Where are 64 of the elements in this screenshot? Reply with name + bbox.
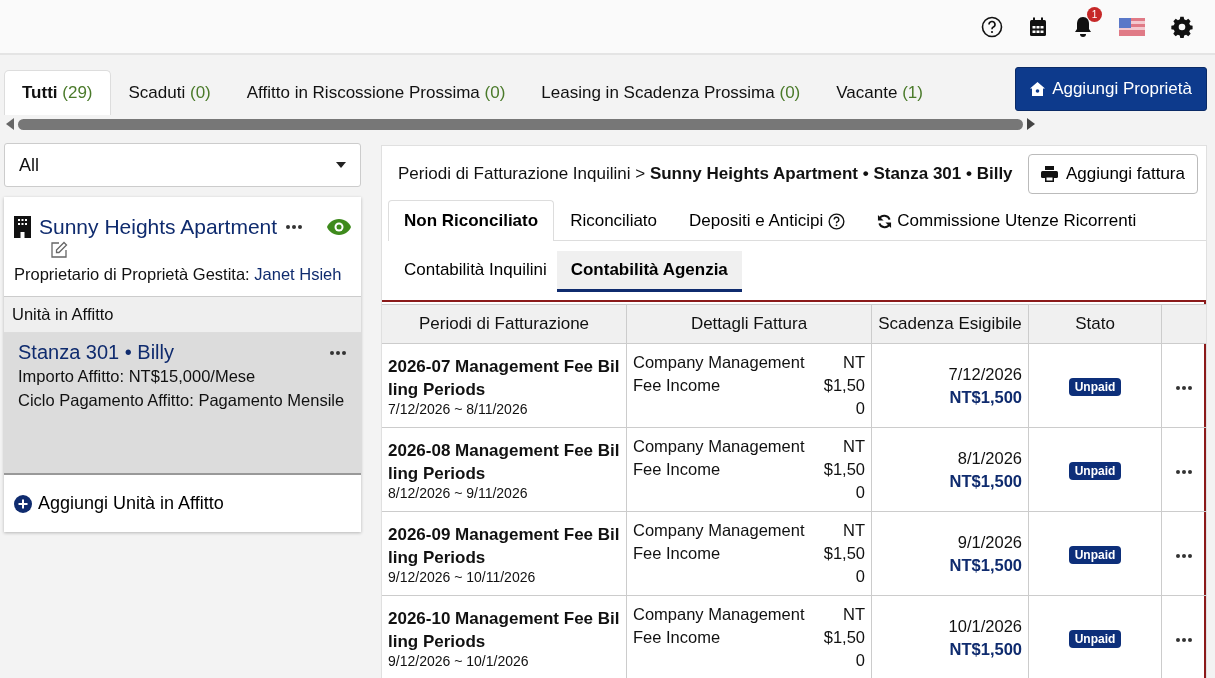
units-heading: Unità in Affitto bbox=[4, 296, 361, 333]
filter-tab[interactable]: Vacante (1) bbox=[818, 70, 941, 115]
more-icon[interactable] bbox=[329, 349, 347, 356]
printer-icon bbox=[1040, 166, 1058, 182]
table-cell: Company Management Fee Income NT$1,500 bbox=[626, 511, 872, 596]
property-name[interactable]: Sunny Heights Apartment bbox=[39, 215, 278, 239]
status-tab[interactable]: Commissione Utenze Ricorrenti bbox=[861, 200, 1153, 241]
column-header: Scadenza Esigibile bbox=[871, 304, 1029, 344]
add-invoice-button[interactable]: Aggiungi fattura bbox=[1027, 154, 1198, 194]
status-tab[interactable]: Riconciliato bbox=[554, 200, 674, 241]
house-icon bbox=[1030, 82, 1046, 96]
unit-item[interactable]: Stanza 301 • Billy Importo Affitto: NT$15,000/Mese Ciclo Pagamento Affitto: Pagamento Mensile bbox=[4, 333, 361, 475]
settings-icon[interactable] bbox=[1171, 15, 1193, 38]
table-cell: 7/12/2026 NT$1,500 bbox=[871, 343, 1029, 428]
unit-title[interactable]: Stanza 301 • Billy bbox=[18, 341, 174, 364]
table-cell: 2026-08 Management Fee Billing Periods 8/12/2026 ~ 9/11/2026 bbox=[382, 427, 627, 512]
column-header: Stato bbox=[1028, 304, 1162, 344]
filter-tab[interactable]: Tutti (29) bbox=[4, 70, 111, 115]
refresh-icon bbox=[877, 213, 893, 229]
more-icon[interactable] bbox=[1175, 637, 1193, 643]
status-badge: Unpaid bbox=[1068, 630, 1122, 648]
owner-text: Proprietario di Proprietà Gestita: Janet Hsieh bbox=[14, 265, 343, 284]
status-tab[interactable]: Non Riconciliato bbox=[388, 200, 555, 241]
edit-icon[interactable] bbox=[50, 241, 68, 259]
scroll-left-icon[interactable] bbox=[6, 118, 14, 130]
filter-tab[interactable]: Leasing in Scadenza Prossima (0) bbox=[523, 70, 819, 115]
status-badge: Unpaid bbox=[1068, 378, 1122, 396]
notification-badge: 1 bbox=[1087, 6, 1102, 22]
more-icon[interactable] bbox=[1175, 469, 1193, 475]
add-unit-button[interactable]: Aggiungi Unità in Affitto bbox=[4, 475, 234, 532]
flag-icon[interactable] bbox=[1119, 17, 1145, 36]
more-icon[interactable] bbox=[1175, 385, 1193, 391]
rent-amount: Importo Affitto: NT$15,000/Mese bbox=[18, 366, 257, 387]
table-cell: Company Management Fee Income NT$1,500 bbox=[626, 427, 872, 512]
payment-cycle: Ciclo Pagamento Affitto: Pagamento Mensile bbox=[18, 390, 346, 411]
filter-dropdown[interactable]: All bbox=[4, 143, 361, 187]
scrollbar-thumb[interactable] bbox=[18, 118, 1023, 130]
caret-icon bbox=[336, 162, 346, 168]
help-icon[interactable] bbox=[981, 15, 1003, 38]
plus-icon bbox=[14, 494, 32, 513]
filter-tab[interactable]: Scaduti (0) bbox=[110, 70, 229, 115]
table-cell: 9/1/2026 NT$1,500 bbox=[871, 511, 1029, 596]
more-icon[interactable] bbox=[1175, 553, 1193, 559]
status-badge: Unpaid bbox=[1068, 546, 1122, 564]
help-icon[interactable] bbox=[828, 212, 846, 230]
accounting-tab[interactable]: Contabilità Agenzia bbox=[556, 251, 742, 292]
scroll-right-icon[interactable] bbox=[1027, 118, 1035, 130]
table-cell: 2026-09 Management Fee Billing Periods 9/12/2026 ~ 10/11/2026 bbox=[382, 511, 627, 596]
accounting-tab[interactable]: Contabilità Inquilini bbox=[396, 251, 555, 292]
column-header: Periodi di Fatturazione bbox=[382, 304, 627, 344]
status-tab[interactable]: Depositi e Anticipi bbox=[673, 200, 862, 241]
column-header: Dettagli Fattura bbox=[626, 304, 872, 344]
status-badge: Unpaid bbox=[1068, 462, 1122, 480]
table-cell: Company Management Fee Income NT$1,500 bbox=[626, 343, 872, 428]
bell-icon[interactable] bbox=[1073, 15, 1093, 38]
table-cell: 8/1/2026 NT$1,500 bbox=[871, 427, 1029, 512]
eye-icon[interactable] bbox=[327, 219, 351, 235]
more-icon[interactable] bbox=[285, 224, 304, 230]
filter-tab[interactable]: Affitto in Riscossione Prossima (0) bbox=[228, 70, 524, 115]
table-cell: 2026-07 Management Fee Billing Periods 7/12/2026 ~ 8/11/2026 bbox=[382, 343, 627, 428]
breadcrumb: Periodi di Fatturazione Inquilini > Sunny Heights Apartment • Stanza 301 • Billy bbox=[398, 164, 1013, 184]
building-icon bbox=[14, 216, 31, 238]
add-property-button[interactable]: Aggiungi Proprietà bbox=[1015, 67, 1207, 111]
calendar-icon[interactable] bbox=[1029, 16, 1047, 37]
